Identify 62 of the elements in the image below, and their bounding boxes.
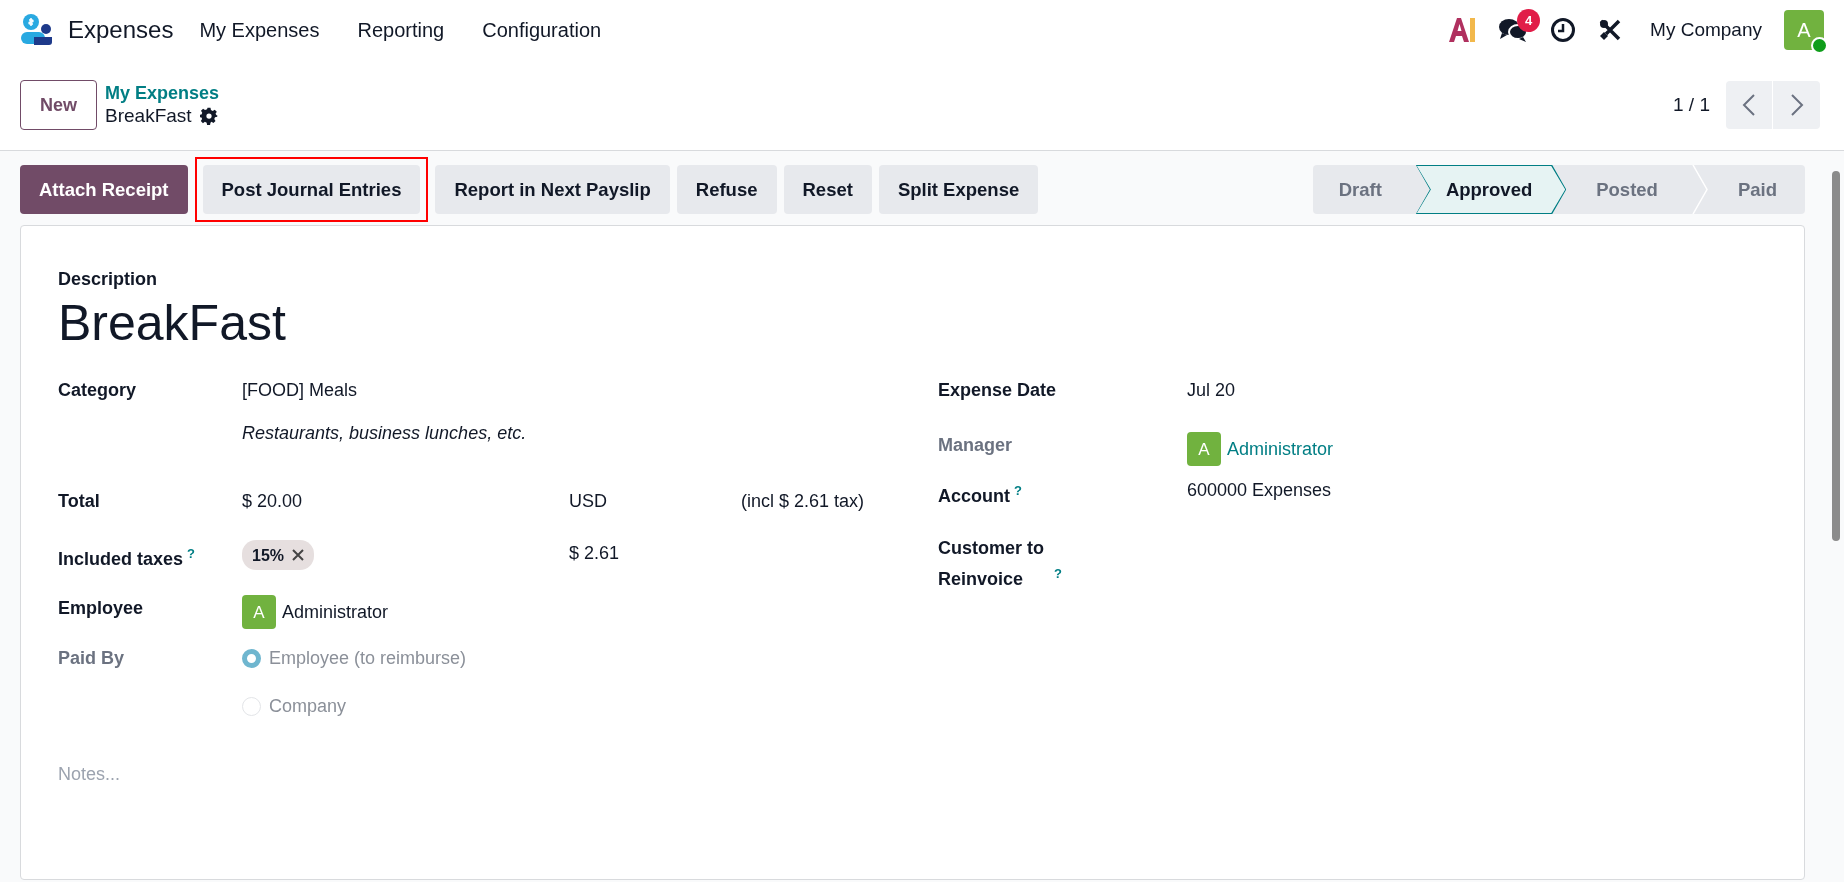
field-value: $ 2.61 <box>569 542 620 565</box>
radio-button[interactable] <box>242 649 261 668</box>
field-label: Account <box>938 486 1010 506</box>
pager-value: 1 / 1 <box>1673 92 1710 117</box>
field-label: Customer to Reinvoice <box>938 537 1045 591</box>
currency-value[interactable]: USD <box>569 488 741 515</box>
user-link[interactable]: Administrator <box>1227 435 1334 463</box>
radio-label: Company <box>269 695 347 718</box>
remove-icon[interactable] <box>292 549 305 561</box>
avatar-icon: A <box>1187 432 1221 466</box>
field-label: Description <box>58 268 159 291</box>
action-button[interactable]: Attach Receipt <box>20 165 188 214</box>
clock-icon[interactable] <box>1550 17 1577 43</box>
status-step[interactable]: Paid <box>1707 165 1805 214</box>
chevron-divider <box>1691 165 1708 214</box>
chevron-right-icon <box>1789 93 1804 117</box>
avatar-icon: A <box>242 595 276 629</box>
status-step[interactable]: Approved <box>1415 165 1567 214</box>
app-name[interactable]: Expenses <box>68 12 174 48</box>
field-label: Expense Date <box>938 379 1058 402</box>
action-button[interactable]: Post Journal Entries <box>202 165 421 214</box>
tools-icon[interactable] <box>1598 18 1623 42</box>
previous-button[interactable] <box>1726 81 1773 129</box>
scrollbar-thumb[interactable] <box>1832 171 1840 541</box>
action-button[interactable]: Reset <box>783 165 872 214</box>
help-tooltip[interactable]: ? <box>1054 566 1062 581</box>
notification-badge: 4 <box>1517 9 1541 32</box>
field-label: Category <box>58 379 138 402</box>
field-label: Included taxes <box>58 549 184 569</box>
field-label: Paid By <box>58 647 126 670</box>
field-value[interactable]: Jul 20 <box>1187 377 1236 404</box>
field-label: Manager <box>938 434 1014 457</box>
field-value[interactable]: Administrator <box>282 598 389 626</box>
help-tooltip[interactable]: ? <box>1014 483 1022 498</box>
tax-tag[interactable]: 15% <box>242 540 315 570</box>
field-value[interactable]: 600000 Expenses <box>1187 477 1332 504</box>
settings-icon[interactable] <box>199 107 218 125</box>
menu-item[interactable]: Configuration <box>482 15 602 45</box>
record-name: BreakFast <box>58 294 287 353</box>
app-logo-icon[interactable] <box>20 13 54 47</box>
action-button[interactable]: Refuse <box>676 165 777 214</box>
menu-item[interactable]: My Expenses <box>199 15 320 45</box>
chevron-left-icon <box>1742 93 1756 117</box>
record-title: BreakFast <box>105 104 192 128</box>
menu-item[interactable]: Reporting <box>357 15 445 45</box>
status-step[interactable]: Posted <box>1566 165 1692 214</box>
category-description: Restaurants, business lunches, etc. <box>242 422 527 445</box>
tax-note: (incl $ 2.61 tax) <box>741 490 865 513</box>
field-value[interactable]: [FOOD] Meals <box>242 377 527 404</box>
next-button[interactable] <box>1773 81 1820 129</box>
ai-icon[interactable] <box>1448 17 1477 43</box>
new-button[interactable]: New <box>20 80 97 130</box>
status-step[interactable]: Draft <box>1312 165 1416 214</box>
field-value[interactable]: $ 20.00 <box>242 488 569 515</box>
breadcrumb-link[interactable]: My Expenses <box>105 82 220 104</box>
field-label: Employee <box>58 597 145 620</box>
help-tooltip[interactable]: ? <box>187 546 195 561</box>
radio-label: Employee (to reimburse) <box>269 647 467 670</box>
action-button[interactable]: Split Expense <box>878 165 1039 214</box>
field-label: Total <box>58 490 101 513</box>
action-button[interactable]: Report in Next Payslip <box>435 165 670 214</box>
company-switcher[interactable]: My Company <box>1650 15 1762 45</box>
